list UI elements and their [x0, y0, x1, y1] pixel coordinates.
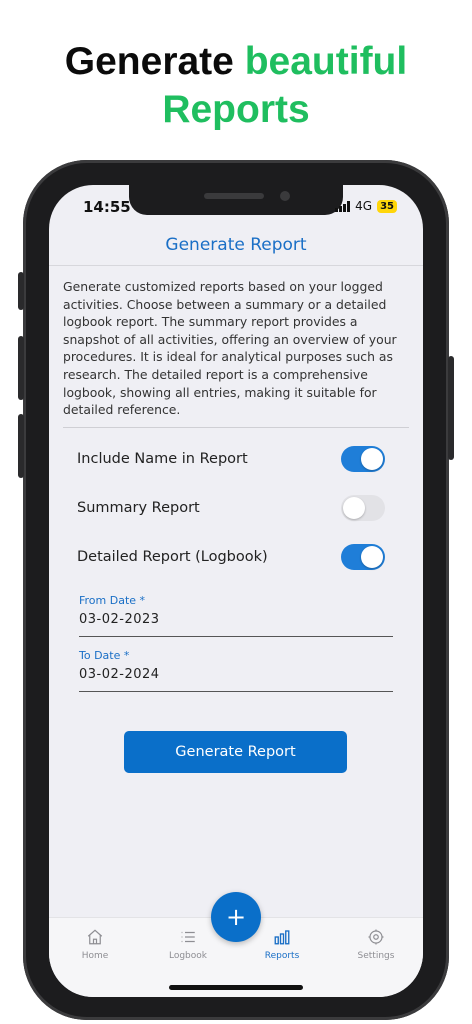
tab-home-label: Home	[81, 951, 109, 961]
status-indicators: 4G 35	[335, 199, 397, 213]
tab-home[interactable]: Home	[60, 928, 130, 961]
toggle-knob	[361, 448, 383, 470]
home-icon	[87, 929, 103, 945]
detailed-report-label: Detailed Report (Logbook)	[77, 549, 268, 565]
notch	[129, 185, 343, 215]
field-underline	[79, 636, 393, 637]
include-name-row: Include Name in Report	[77, 444, 385, 474]
page-title: Generate Report	[165, 235, 307, 255]
from-date-label: From Date *	[79, 594, 146, 607]
include-name-label: Include Name in Report	[77, 451, 248, 467]
toggle-knob	[361, 546, 383, 568]
toggle-knob	[343, 497, 365, 519]
phone-volume-down	[18, 414, 24, 478]
speaker	[204, 193, 264, 199]
signal-icon	[335, 200, 351, 212]
headline-dark: Generate	[64, 40, 234, 83]
promo-headline: Generate beautiful Reports	[0, 38, 472, 134]
from-date-field[interactable]: From Date * 03-02-2023	[79, 594, 393, 637]
tab-settings[interactable]: Settings	[341, 928, 411, 961]
camera	[280, 191, 290, 201]
status-time: 14:55	[83, 198, 131, 216]
phone-power-button	[448, 356, 454, 460]
add-entry-button[interactable]: +	[211, 892, 261, 942]
summary-report-row: Summary Report	[77, 493, 385, 523]
list-icon	[181, 931, 195, 943]
headline-accent: beautiful	[244, 40, 408, 83]
detailed-report-row: Detailed Report (Logbook)	[77, 542, 385, 572]
bar-chart-icon	[274, 930, 290, 945]
phone-mute-switch	[18, 272, 24, 310]
network-type: 4G	[355, 199, 373, 213]
from-date-value[interactable]: 03-02-2023	[79, 612, 393, 627]
tab-logbook[interactable]: Logbook	[153, 928, 223, 961]
home-indicator	[169, 985, 303, 990]
summary-report-toggle[interactable]	[341, 495, 385, 521]
detailed-report-toggle[interactable]	[341, 544, 385, 570]
include-name-toggle[interactable]	[341, 446, 385, 472]
tab-reports[interactable]: Reports	[247, 928, 317, 961]
phone-volume-up	[18, 336, 24, 400]
app-screen: 14:55 4G 35 Generate Report Generate cus…	[49, 185, 423, 997]
headline-accent-2: Reports	[162, 88, 310, 131]
tab-logbook-label: Logbook	[168, 951, 207, 961]
tab-reports-label: Reports	[264, 951, 300, 961]
battery-icon: 35	[377, 199, 397, 213]
to-date-value[interactable]: 03-02-2024	[79, 667, 393, 682]
generate-report-button[interactable]: Generate Report	[124, 731, 347, 773]
tab-settings-label: Settings	[357, 951, 395, 961]
field-underline	[79, 691, 393, 692]
to-date-label: To Date *	[79, 649, 130, 662]
summary-report-label: Summary Report	[77, 500, 200, 516]
header-divider	[49, 265, 423, 266]
report-description: Generate customized reports based on you…	[63, 279, 397, 418]
description-divider	[63, 427, 409, 428]
to-date-field[interactable]: To Date * 03-02-2024	[79, 649, 393, 692]
gear-icon	[368, 929, 384, 945]
